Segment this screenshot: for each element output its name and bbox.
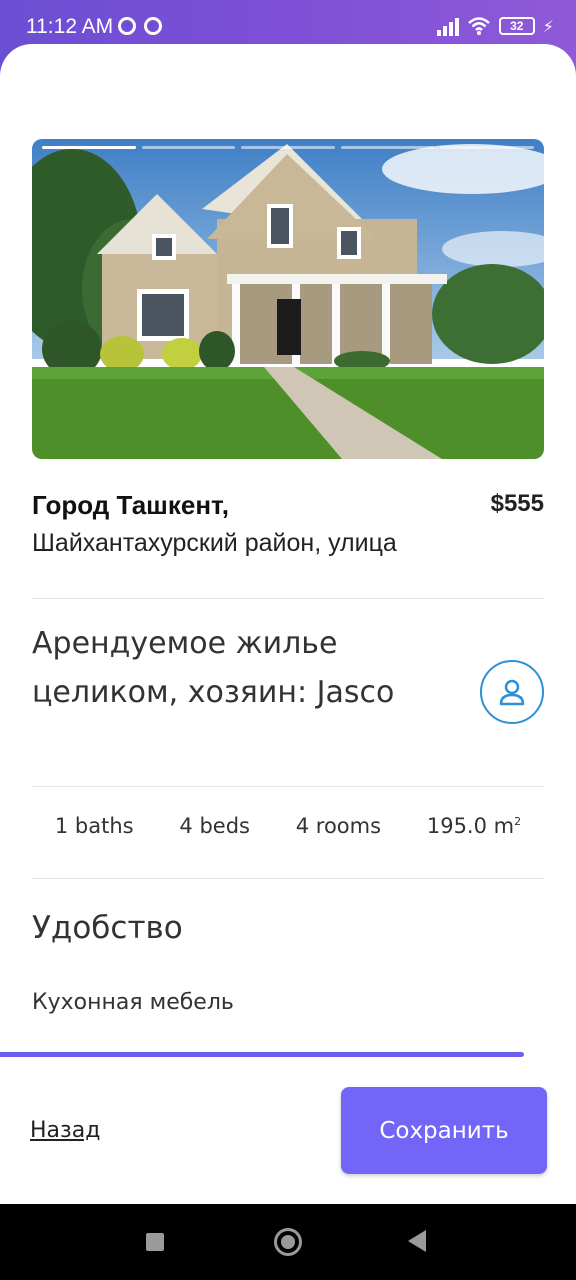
listing-sheet: Город Ташкент, Шайхантахурский район, ул… [0, 44, 576, 1204]
form-progress-fill [0, 1052, 525, 1057]
pager-segment-active [42, 146, 136, 149]
save-button[interactable]: Сохранить [341, 1087, 547, 1174]
property-specs: 1 baths 4 beds 4 rooms 195.0 m2 [32, 814, 544, 838]
pager-segment [241, 146, 335, 149]
app-notification-icon [118, 17, 136, 35]
pager-segment [141, 146, 236, 149]
wifi-icon [467, 17, 490, 35]
divider [32, 878, 544, 879]
amenities-heading: Удобство [32, 910, 183, 946]
amenity-item: Кухонная мебель [32, 990, 234, 1015]
charging-bolt-icon: ⚡ [542, 16, 554, 36]
battery-icon: 32 [498, 17, 535, 35]
beds-count: 4 beds [179, 814, 250, 838]
baths-count: 1 baths [54, 814, 134, 838]
rooms-count: 4 rooms [295, 814, 382, 838]
divider [32, 598, 544, 599]
house-illustration [32, 139, 544, 459]
app-notification-icon [144, 17, 162, 35]
photo-pager [42, 146, 534, 149]
rental-type-host-text: Арендуемое жилье целиком, хозяин: Jasco [32, 626, 395, 710]
system-nav-bar [0, 1204, 576, 1280]
user-icon [499, 679, 525, 706]
area-unit-superscript: 2 [514, 815, 522, 828]
city-text: Город Ташкент, [32, 490, 230, 520]
recent-apps-icon[interactable] [146, 1233, 164, 1251]
form-progress-bar [0, 1052, 576, 1057]
pager-segment [340, 146, 435, 149]
back-button[interactable]: Назад [30, 1118, 100, 1143]
back-arrow-icon[interactable] [408, 1230, 426, 1252]
home-icon[interactable] [274, 1228, 302, 1256]
pager-segment [440, 146, 534, 149]
status-notification-icons [118, 17, 162, 35]
area-number: 195.0 m [426, 814, 515, 838]
status-time: 11:12 AM [26, 15, 114, 38]
signal-icon [436, 16, 459, 36]
price-text: $555 [490, 490, 544, 517]
host-avatar-button[interactable] [480, 660, 544, 724]
area-value: 195.0 m2 [427, 814, 521, 838]
street-text: Шайхантахурский район, улица [32, 529, 397, 557]
divider [32, 786, 544, 787]
house-photo[interactable] [32, 139, 544, 459]
address-block: Город Ташкент, Шайхантахурский район, ул… [32, 490, 544, 558]
status-indicators: 32 ⚡ [436, 16, 554, 36]
